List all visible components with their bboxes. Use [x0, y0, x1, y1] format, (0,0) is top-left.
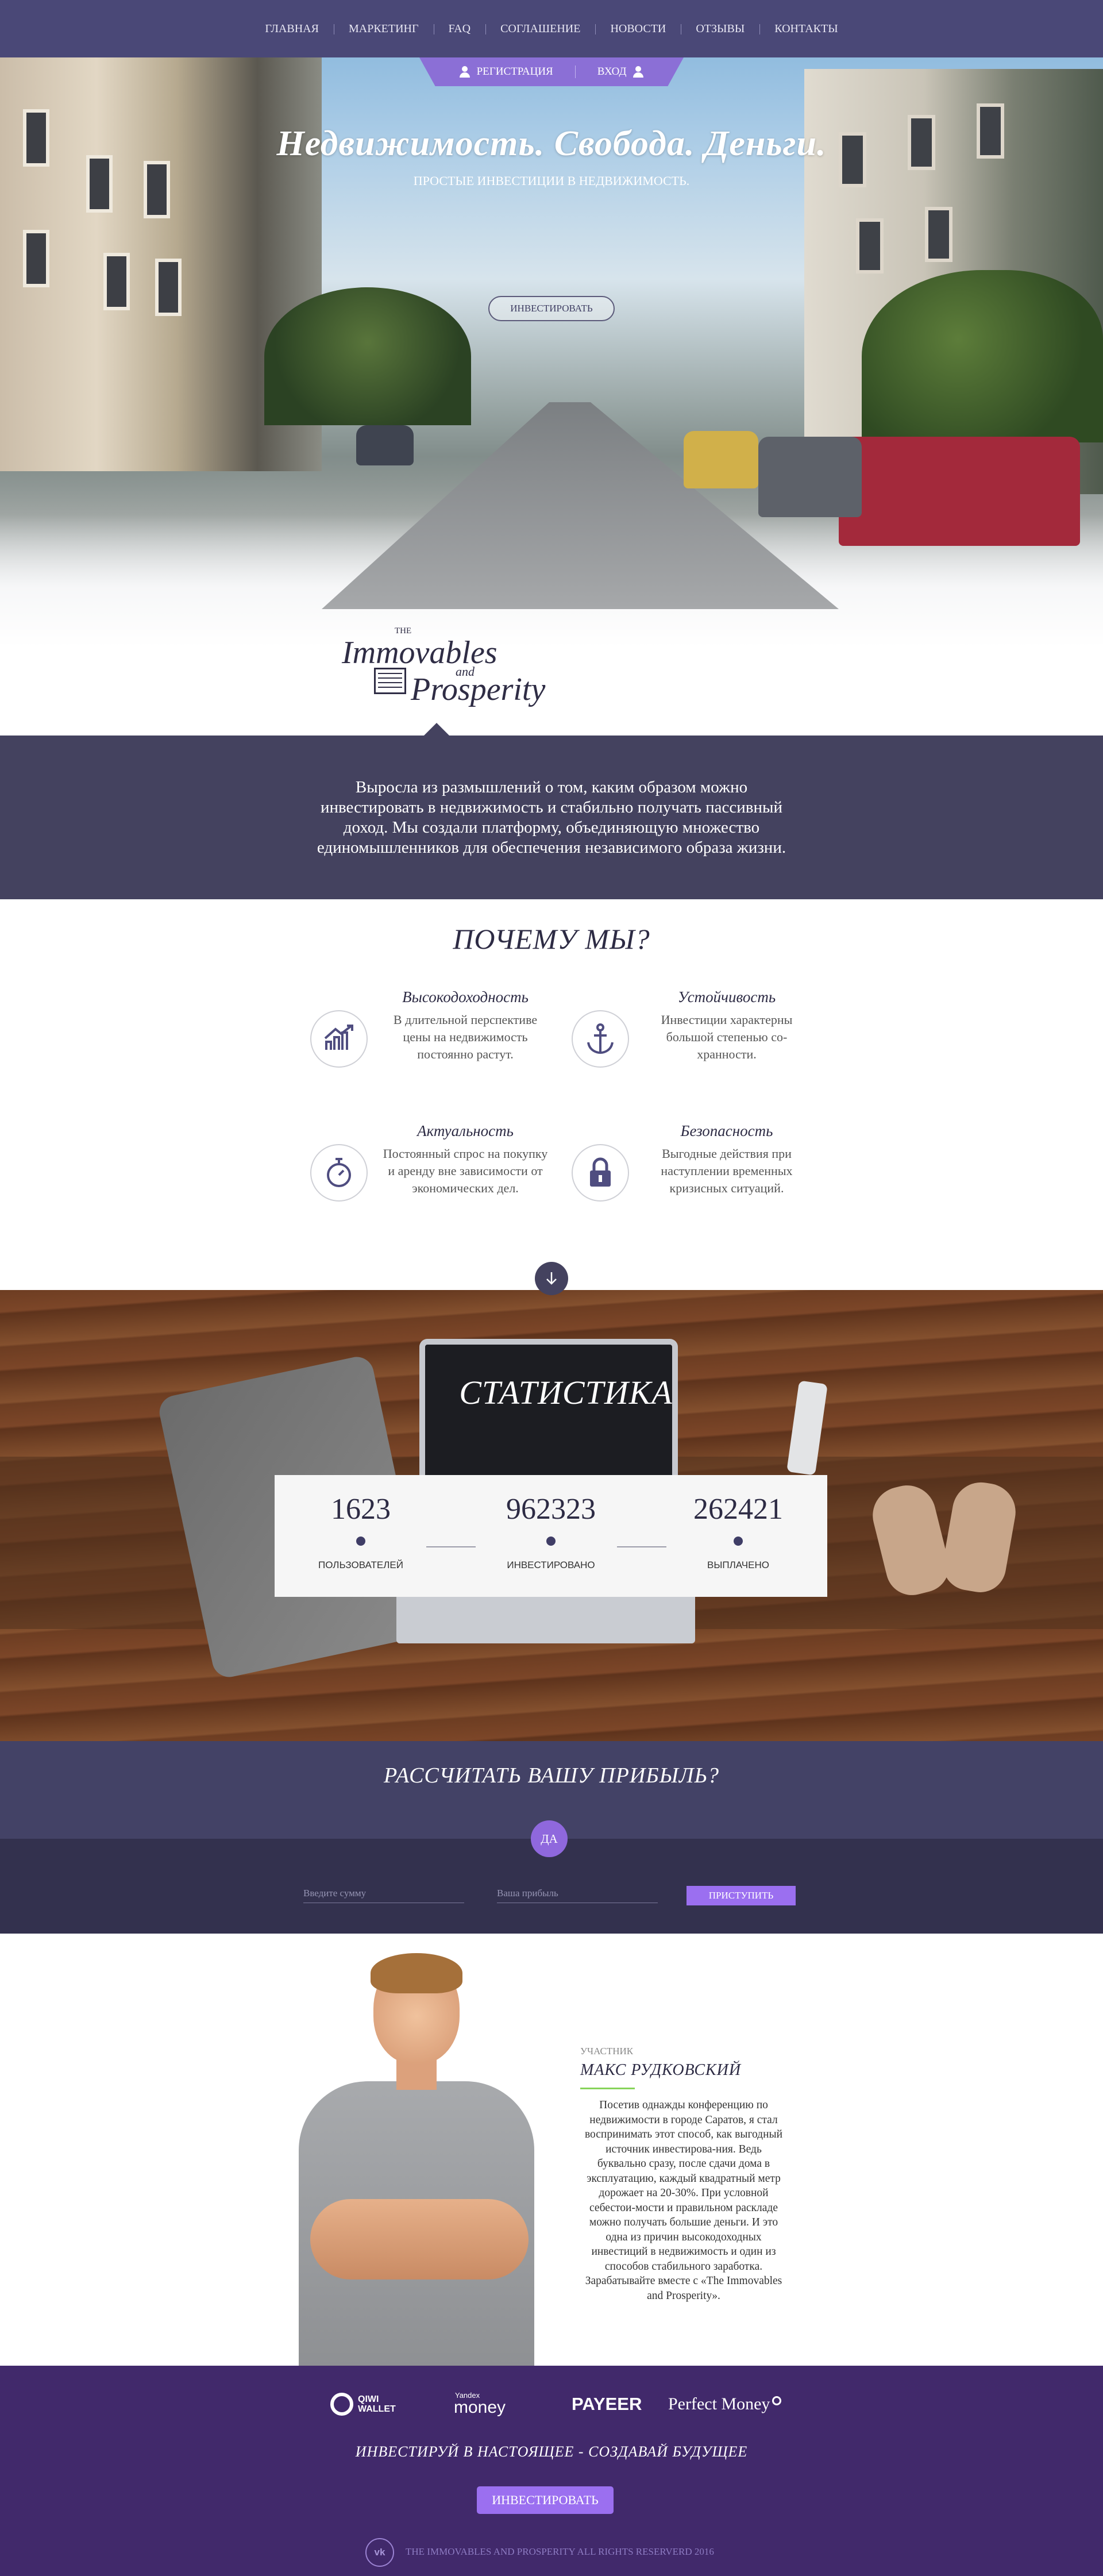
stat-users: 1623 Пользователей — [286, 1492, 435, 1571]
stat-label: Пользователей — [318, 1560, 403, 1570]
payeer-logo: PAYEER — [572, 2394, 642, 2414]
calculator-header: Рассчитать вашу прибыль? Да — [0, 1741, 1103, 1857]
amount-input[interactable] — [303, 1884, 464, 1903]
stat-label: Инвестировано — [507, 1560, 595, 1570]
user-icon — [633, 66, 644, 78]
statistics-section: Статистика 1623 Пользователей 962323 Инв… — [0, 1290, 1103, 1741]
why-us-section: Почему мы? Высокодоходность В длительной… — [0, 899, 1103, 1290]
hero-car — [356, 425, 414, 465]
hero-trees-left — [264, 287, 471, 425]
stopwatch-icon — [310, 1144, 368, 1202]
feature-text: Выгодные действия при наступлении времен… — [661, 1146, 793, 1195]
testimonial-name: Макс Рудковский — [580, 2061, 742, 2079]
calculator-yes-button[interactable]: Да — [531, 1820, 568, 1857]
calculator-yes-label: Да — [541, 1831, 558, 1846]
qiwi-icon — [330, 2393, 353, 2416]
footer-invest-button[interactable]: Инвестировать — [477, 2486, 614, 2514]
stat-dot — [546, 1537, 556, 1546]
stat-paid: 262421 Выплачено — [664, 1492, 813, 1571]
qiwi-text: QIWI — [358, 2394, 379, 2404]
site-logo[interactable]: THE Immovables and Prosperity — [342, 626, 560, 713]
vk-icon[interactable]: vk — [365, 2538, 394, 2567]
perfect-money-icon — [772, 2396, 782, 2405]
nav-item-marketing[interactable]: Маркетинг — [333, 22, 434, 36]
stat-divider — [617, 1546, 666, 1547]
feature-title: Устойчивость — [677, 988, 776, 1006]
feature-text: Постоянный спрос на покупку и аренду вне… — [383, 1146, 548, 1195]
footer-slogan: Инвестируй в настоящее - создавай будуще… — [355, 2443, 748, 2460]
hero-car — [758, 437, 862, 517]
money-text: money — [454, 2398, 506, 2417]
nav-item-home[interactable]: Главная — [250, 22, 334, 36]
register-button[interactable]: Регистрация — [438, 66, 575, 78]
auth-tab: Регистрация Вход — [419, 57, 684, 86]
stats-bg-laptop — [419, 1339, 678, 1494]
hero-subtitle: Простые инвестиции в недвижимость. — [413, 174, 690, 188]
login-label: Вход — [597, 66, 627, 78]
feature-relevance: Актуальность Постоянный спрос на покупку… — [310, 1122, 552, 1237]
building-icon — [374, 668, 406, 694]
statistics-box: 1623 Пользователей 962323 Инвестировано … — [275, 1475, 827, 1597]
stat-dot — [356, 1537, 365, 1546]
stat-value: 262421 — [693, 1493, 783, 1526]
nav-item-reviews[interactable]: Отзывы — [681, 22, 759, 36]
feature-security: Безопасность Выгодные действия при насту… — [572, 1122, 813, 1237]
user-add-icon — [459, 66, 470, 78]
nav-item-faq[interactable]: FAQ — [433, 22, 486, 36]
hero-trees-right — [862, 270, 1103, 442]
feature-title: Безопасность — [680, 1122, 773, 1139]
scroll-down-button[interactable] — [535, 1262, 568, 1295]
growth-chart-icon — [310, 1010, 368, 1068]
about-section: Выросла из размышлений о том, каким обра… — [0, 723, 1103, 899]
feature-title: Актуальность — [417, 1122, 514, 1139]
feature-text: Инвестиции характерны большой степенью с… — [661, 1012, 793, 1061]
why-us-title: Почему мы? — [453, 923, 650, 955]
stat-value: 1623 — [331, 1493, 391, 1526]
hero-section: Недвижимость. Свобода. Деньги. Простые и… — [0, 0, 1103, 736]
lock-icon — [572, 1144, 629, 1202]
perfect-money-text: Perfect Money — [668, 2394, 770, 2413]
qiwi-wallet-logo: QIWI WALLET — [330, 2390, 396, 2419]
yandex-money-logo: Yandex money — [454, 2390, 523, 2419]
hero-invest-button[interactable]: Инвестировать — [488, 296, 615, 321]
feature-stability: Устойчивость Инвестиции характерны больш… — [572, 988, 813, 1103]
stat-value: 962323 — [506, 1493, 596, 1526]
logo-prosperity: Prosperity — [411, 672, 546, 707]
testimonial-role: Участник — [580, 2046, 634, 2057]
anchor-icon — [572, 1010, 629, 1068]
stat-label: Выплачено — [707, 1560, 769, 1570]
calculate-button[interactable]: Приступить — [687, 1886, 796, 1905]
feature-text: В длительной перспективе цены на недвижи… — [393, 1012, 538, 1061]
login-button[interactable]: Вход — [576, 66, 666, 78]
statistics-title: Статистика — [459, 1374, 673, 1411]
register-label: Регистрация — [476, 66, 553, 78]
feature-profitability: Высокодоходность В длительной перспектив… — [310, 988, 552, 1103]
nav-item-agreement[interactable]: Соглашение — [485, 22, 595, 36]
nav-item-news[interactable]: Новости — [595, 22, 681, 36]
stat-invested: 962323 Инвестировано — [476, 1492, 626, 1571]
top-navigation: Главная Маркетинг FAQ Соглашение Новости… — [0, 0, 1103, 57]
hero-car — [839, 437, 1080, 546]
perfect-money-logo: Perfect Money — [668, 2390, 782, 2419]
testimonial-accent-bar — [580, 2088, 635, 2089]
footer: QIWI WALLET Yandex money PAYEER Perfect M… — [0, 2366, 1103, 2576]
hero-title: Недвижимость. Свобода. Деньги. — [276, 124, 827, 163]
about-text: Выросла из размышлений о том, каким обра… — [317, 777, 786, 857]
copyright-text: The Immovables and Prosperity all rights… — [406, 2546, 714, 2557]
arrow-down-icon — [546, 1272, 557, 1285]
testimonial-photo — [287, 1953, 563, 2366]
qiwi-wallet-text: WALLET — [358, 2404, 396, 2414]
hero-car — [684, 431, 758, 488]
hero-invest-label: Инвестировать — [510, 303, 593, 314]
calculator-title: Рассчитать вашу прибыль? — [384, 1763, 719, 1788]
feature-title: Высокодоходность — [402, 988, 529, 1006]
stat-dot — [734, 1537, 743, 1546]
nav-item-contacts[interactable]: Контакты — [759, 22, 853, 36]
testimonial-section: Участник Макс Рудковский Посетив однажды… — [0, 1934, 1103, 2366]
profit-output[interactable] — [497, 1884, 658, 1903]
testimonial-text: Посетив однажды конференцию по недвижимо… — [584, 2099, 783, 2302]
stat-divider — [426, 1546, 476, 1547]
